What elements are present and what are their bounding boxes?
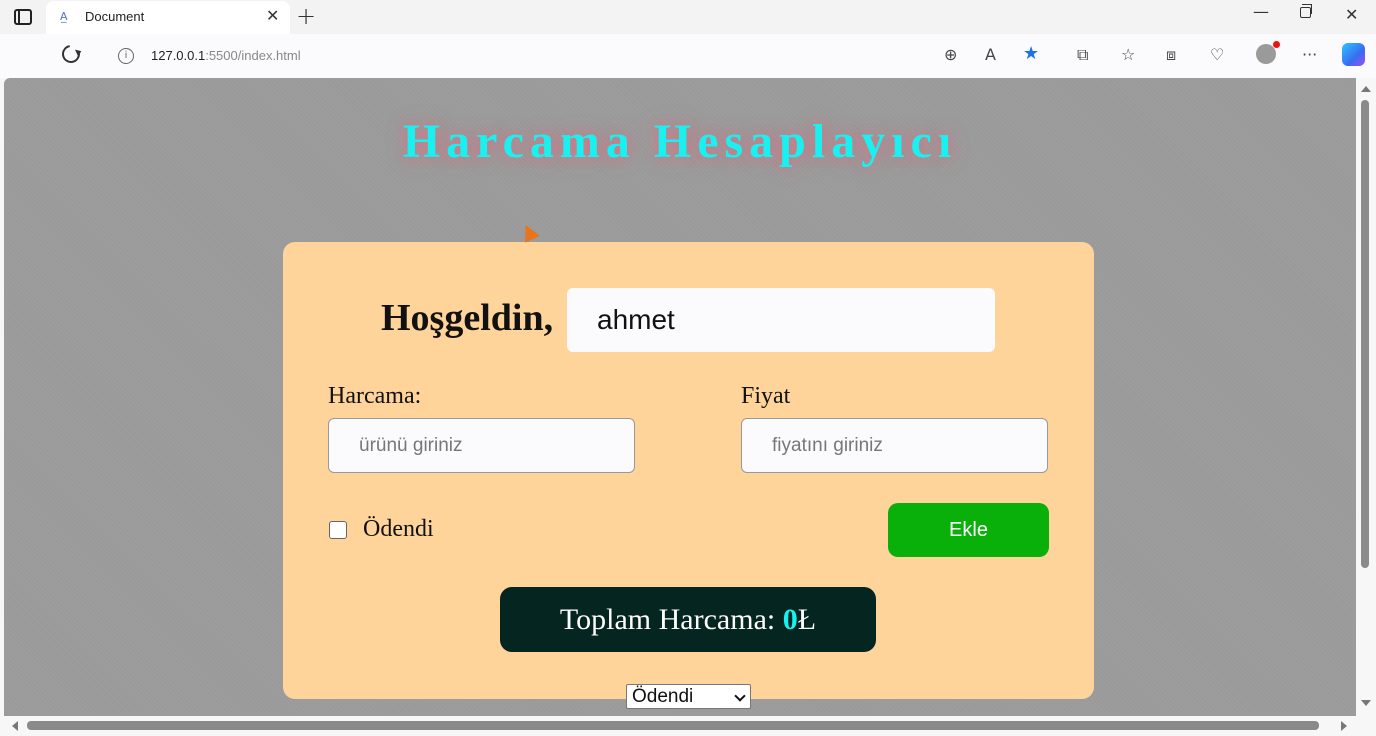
chevron-down-icon xyxy=(734,690,746,702)
scroll-up-icon[interactable] xyxy=(1361,86,1371,92)
browser-titlebar: A̲ Document ✕ + — ✕ xyxy=(0,0,1376,34)
total-expense-box: Toplam Harcama: 0Ł xyxy=(500,587,876,652)
paid-label: Ödendi xyxy=(363,516,434,542)
profile-avatar[interactable] xyxy=(1256,41,1280,64)
browser-essentials-icon[interactable]: ♡ xyxy=(1210,45,1224,64)
minimize-icon[interactable]: — xyxy=(1253,2,1269,21)
price-input[interactable] xyxy=(741,418,1048,473)
split-screen-icon[interactable]: ⧉ xyxy=(1077,45,1088,65)
expense-input[interactable] xyxy=(328,418,635,473)
total-value: 0 xyxy=(782,603,798,636)
vertical-scroll-thumb[interactable] xyxy=(1361,100,1369,568)
collections-icon[interactable]: ⧈ xyxy=(1166,45,1176,65)
url-path: :5500/index.html xyxy=(205,48,301,63)
currency-symbol: Ł xyxy=(797,603,817,636)
vertical-scrollbar[interactable] xyxy=(1356,78,1376,716)
more-menu-icon[interactable]: ··· xyxy=(1302,45,1317,64)
mouse-cursor-icon xyxy=(518,221,540,243)
total-label: Toplam Harcama: xyxy=(559,603,783,636)
reload-icon[interactable] xyxy=(58,41,84,67)
browser-tab[interactable]: A̲ Document ✕ xyxy=(46,1,290,34)
copilot-icon[interactable] xyxy=(1342,43,1365,66)
add-button[interactable]: Ekle xyxy=(888,503,1049,557)
zoom-icon[interactable]: ⊕ xyxy=(944,45,957,64)
page-viewport: Harcama Hesaplayıcı Hoşgeldin, Harcama: … xyxy=(4,78,1356,716)
paid-filter-select[interactable]: Ödendi xyxy=(626,684,751,709)
address-bar[interactable]: 127.0.0.1:5500/index.html xyxy=(151,48,301,63)
url-host: 127.0.0.1 xyxy=(151,48,206,63)
expense-card: Hoşgeldin, Harcama: Fiyat Ödendi Ekle To… xyxy=(283,242,1094,699)
tab-favicon-icon: A̲ xyxy=(60,10,68,23)
scroll-right-icon[interactable] xyxy=(1341,721,1347,731)
site-info-icon[interactable]: i xyxy=(118,48,134,64)
favorite-star-icon[interactable]: ★ xyxy=(1023,43,1039,64)
price-label: Fiyat xyxy=(741,383,791,409)
tab-close-icon[interactable]: ✕ xyxy=(266,6,279,25)
page-title: Harcama Hesaplayıcı xyxy=(402,115,958,168)
paid-checkbox[interactable] xyxy=(329,521,347,539)
expense-label: Harcama: xyxy=(328,383,422,409)
horizontal-scrollbar[interactable] xyxy=(0,716,1356,736)
welcome-heading: Hoşgeldin, xyxy=(381,297,554,339)
browser-toolbar: i 127.0.0.1:5500/index.html ⊕ A ★ ⧉ ☆ ⧈ … xyxy=(0,34,1376,78)
read-aloud-icon[interactable]: A xyxy=(985,45,996,64)
filter-selected-value: Ödendi xyxy=(632,686,694,707)
sidebar-toggle-icon[interactable] xyxy=(14,9,32,25)
window-close-icon[interactable]: ✕ xyxy=(1345,5,1358,24)
horizontal-scroll-thumb[interactable] xyxy=(27,721,1319,730)
new-tab-icon[interactable]: + xyxy=(296,2,316,30)
favorites-icon[interactable]: ☆ xyxy=(1121,45,1135,64)
scroll-left-icon[interactable] xyxy=(12,721,18,731)
tab-title: Document xyxy=(85,9,145,24)
scroll-down-icon[interactable] xyxy=(1361,700,1371,706)
name-input[interactable] xyxy=(567,288,995,352)
restore-icon[interactable] xyxy=(1300,4,1312,18)
